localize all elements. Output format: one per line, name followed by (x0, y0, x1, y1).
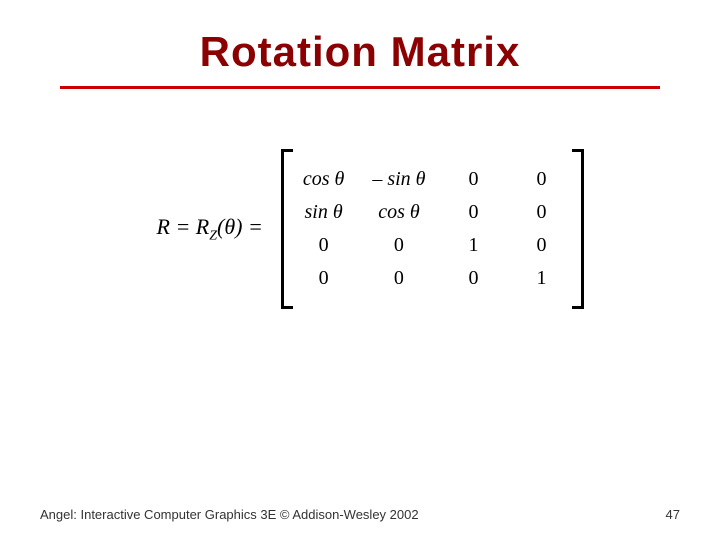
cell-2-1: 0 (372, 234, 425, 257)
cell-2-2: 1 (454, 234, 494, 257)
slide: Rotation Matrix R = RZ(θ) = cos θ – sin … (0, 0, 720, 540)
cell-1-2: 0 (454, 201, 494, 224)
cell-3-1: 0 (372, 267, 425, 290)
cell-1-3: 0 (522, 201, 562, 224)
content-area: R = RZ(θ) = cos θ – sin θ 0 0 sin θ cos … (40, 149, 680, 309)
title-section: Rotation Matrix (40, 0, 680, 89)
cell-3-0: 0 (303, 267, 344, 290)
cell-3-2: 0 (454, 267, 494, 290)
cell-2-0: 0 (303, 234, 344, 257)
cell-0-1: – sin θ (372, 168, 425, 191)
matrix-wrapper: cos θ – sin θ 0 0 sin θ cos θ 0 0 0 0 1 … (281, 149, 584, 309)
footer-credit: Angel: Interactive Computer Graphics 3E … (40, 507, 419, 522)
cell-0-0: cos θ (303, 168, 344, 191)
cell-2-3: 0 (522, 234, 562, 257)
equation-label: R = RZ(θ) = (156, 214, 262, 244)
subscript: Z (209, 228, 217, 243)
bracket-right (572, 149, 584, 309)
slide-title: Rotation Matrix (40, 28, 680, 76)
page-number: 47 (666, 507, 680, 522)
cell-0-2: 0 (454, 168, 494, 191)
matrix-grid: cos θ – sin θ 0 0 sin θ cos θ 0 0 0 0 1 … (303, 168, 562, 290)
cell-0-3: 0 (522, 168, 562, 191)
cell-1-1: cos θ (372, 201, 425, 224)
footer: Angel: Interactive Computer Graphics 3E … (40, 507, 680, 522)
divider (60, 86, 660, 89)
cell-1-0: sin θ (303, 201, 344, 224)
cell-3-3: 1 (522, 267, 562, 290)
bracket-left (281, 149, 293, 309)
